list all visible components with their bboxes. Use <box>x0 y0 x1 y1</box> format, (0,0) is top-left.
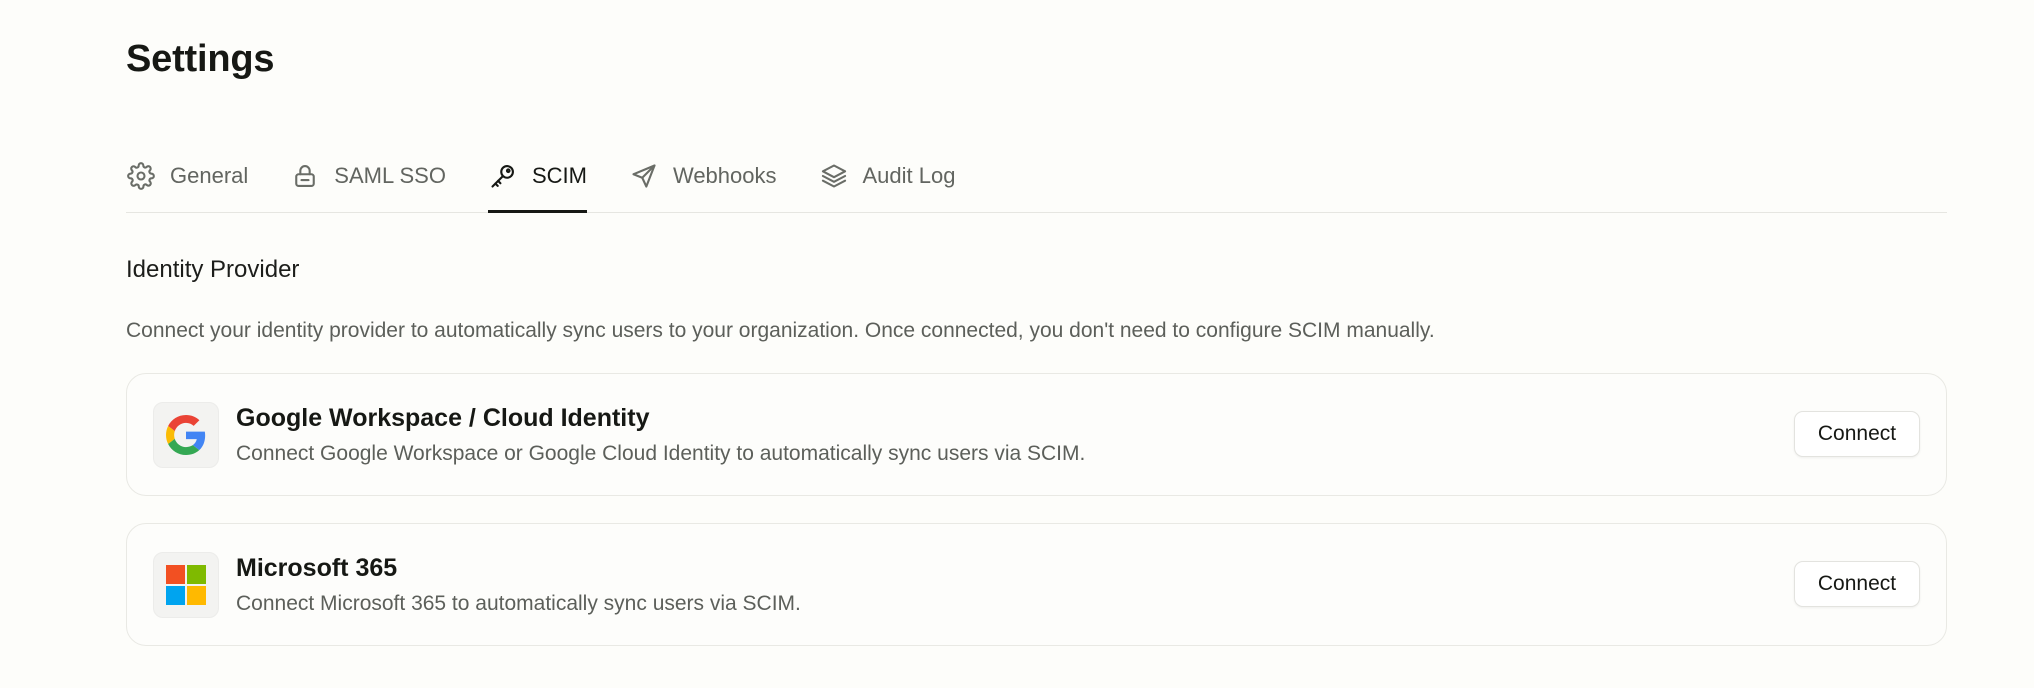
lock-icon <box>290 161 320 191</box>
tab-label: Audit Log <box>862 163 956 188</box>
tab-label: SAML SSO <box>334 163 446 188</box>
section-description: Connect your identity provider to automa… <box>126 319 1435 342</box>
settings-tabs: General SAML SSO SCIM Webhooks Audit Log <box>126 140 1947 213</box>
layers-icon <box>819 161 849 191</box>
key-icon <box>488 161 518 191</box>
tab-scim[interactable]: SCIM <box>487 140 587 213</box>
gear-icon <box>126 161 156 191</box>
page-title: Settings <box>126 38 275 80</box>
send-icon <box>629 161 659 191</box>
tab-webhooks[interactable]: Webhooks <box>629 140 777 212</box>
connect-microsoft-button[interactable]: Connect <box>1794 561 1920 607</box>
tab-label: Webhooks <box>672 163 777 188</box>
tab-label: SCIM <box>531 163 587 188</box>
provider-name: Microsoft 365 <box>236 554 398 582</box>
tab-audit-log[interactable]: Audit Log <box>819 140 956 212</box>
connect-google-button[interactable]: Connect <box>1794 411 1920 457</box>
tab-label: General <box>170 163 249 188</box>
microsoft-logo-icon <box>153 552 219 618</box>
provider-card-microsoft: Microsoft 365 Connect Microsoft 365 to a… <box>126 523 1947 646</box>
section-title: Identity Provider <box>126 256 300 283</box>
provider-name: Google Workspace / Cloud Identity <box>236 404 650 432</box>
provider-description: Connect Google Workspace or Google Cloud… <box>236 442 1086 465</box>
google-logo-icon <box>153 402 219 468</box>
provider-card-google: Google Workspace / Cloud Identity Connec… <box>126 373 1947 496</box>
provider-description: Connect Microsoft 365 to automatically s… <box>236 592 801 615</box>
tab-saml-sso[interactable]: SAML SSO <box>290 140 446 212</box>
tab-general[interactable]: General <box>126 140 248 212</box>
